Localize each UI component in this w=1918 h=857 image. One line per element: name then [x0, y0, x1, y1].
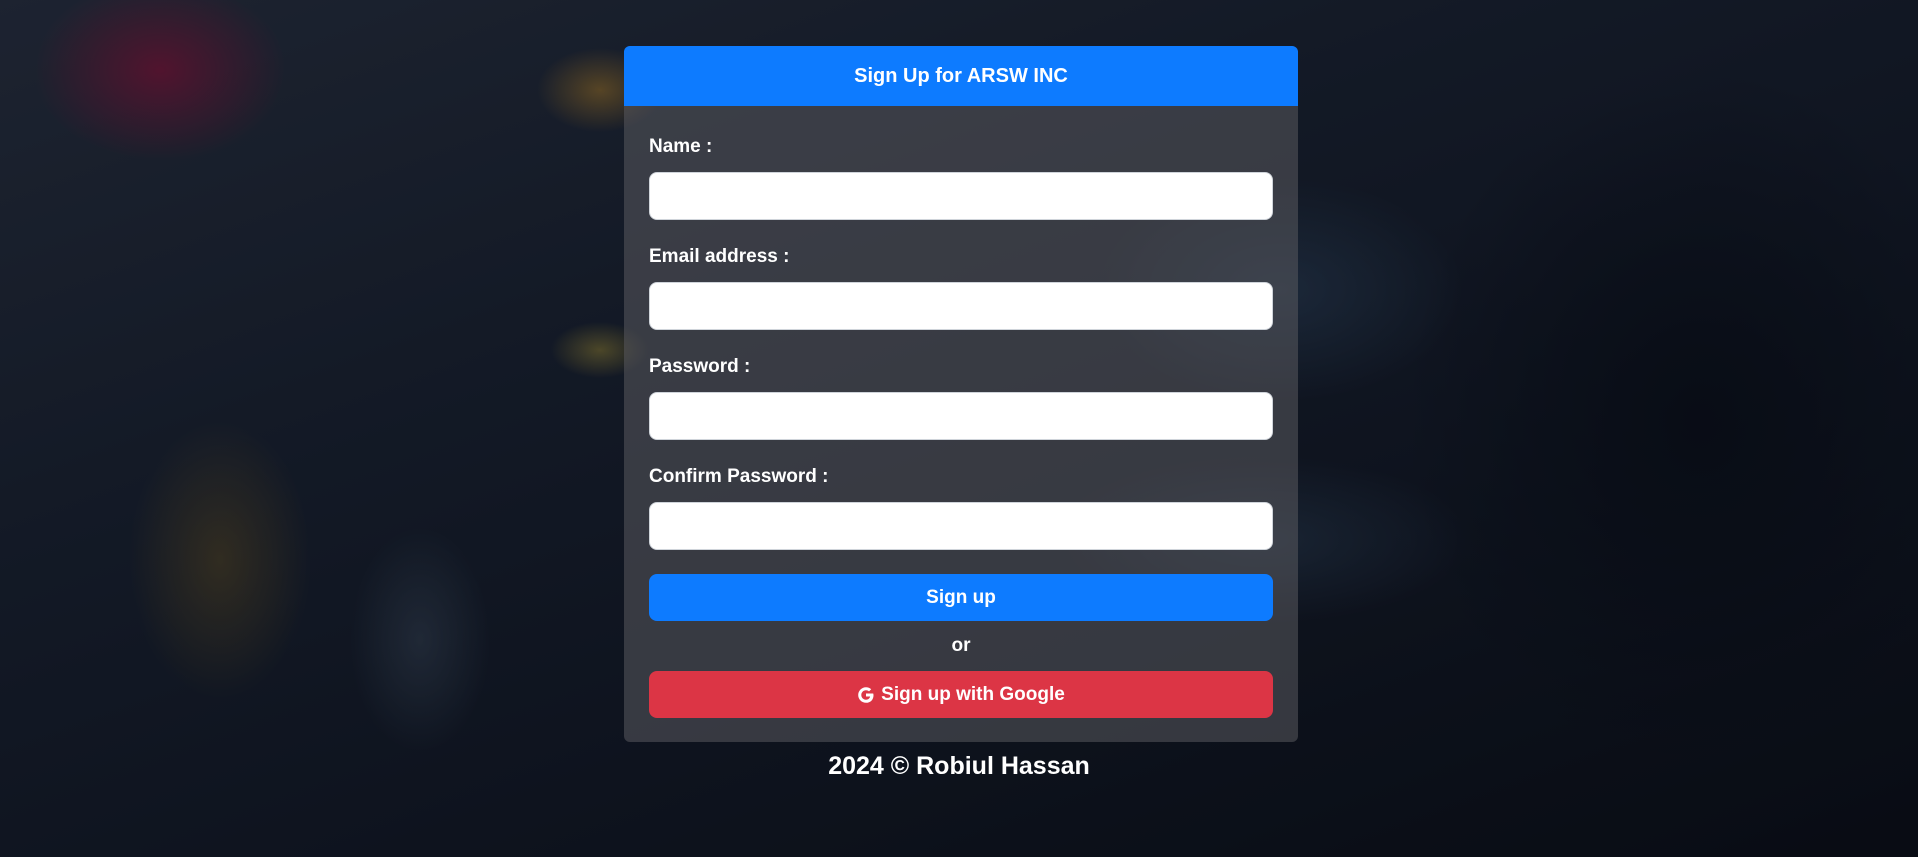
confirm-password-label: Confirm Password : — [649, 466, 829, 487]
signup-button-label: Sign up — [926, 586, 996, 608]
email-label: Email address : — [649, 246, 790, 267]
or-divider: or — [951, 635, 971, 656]
google-signup-label: Sign up with Google — [881, 683, 1065, 705]
footer-copyright: 2024 © Robiul Hassan — [828, 752, 1090, 780]
email-input[interactable] — [649, 282, 1273, 330]
password-label: Password : — [649, 356, 751, 377]
form-title: Sign Up for ARSW INC — [854, 64, 1068, 87]
name-label: Name : — [649, 136, 713, 157]
google-signup-button[interactable]: Sign up with Google — [649, 671, 1273, 718]
signup-card-header: Sign Up for ARSW INC — [624, 46, 1298, 106]
signup-button[interactable]: Sign up — [649, 574, 1273, 621]
google-g-icon — [857, 686, 875, 704]
name-input[interactable] — [649, 172, 1273, 220]
confirm-password-input[interactable] — [649, 502, 1273, 550]
signup-card: Sign Up for ARSW INC Name : Email addres… — [624, 46, 1298, 742]
password-input[interactable] — [649, 392, 1273, 440]
signup-form: Name : Email address : Password : Confir… — [624, 106, 1298, 718]
